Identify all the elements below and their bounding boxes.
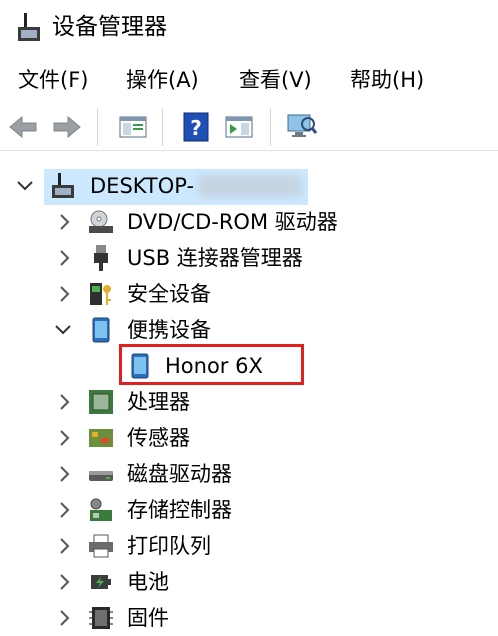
optical-drive-icon [89,210,113,233]
device-tree: DESKTOP- DVD/CD-ROM 驱动器 USB 连接器管理器 安全设备 … [0,151,498,631]
tree-item-label: 磁盘驱动器 [127,462,232,486]
portable-device-icon [92,317,110,343]
printer-icon [89,534,113,558]
tree-item-sensors[interactable]: 传感器 [0,420,498,456]
firmware-chip-icon [89,607,113,629]
show-hide-console-tree-button[interactable] [116,110,150,144]
menu-view[interactable]: 查看(V) [239,66,312,94]
tree-item-label: 存储控制器 [127,498,232,522]
chevron-right-icon[interactable] [56,249,74,267]
chevron-right-icon[interactable] [56,429,74,447]
chevron-right-icon[interactable] [56,501,74,519]
scan-hardware-button[interactable] [285,110,319,144]
tree-item-usb[interactable]: USB 连接器管理器 [0,240,498,276]
chevron-down-icon[interactable] [16,177,34,195]
computer-icon [52,173,74,198]
tree-item-label: 打印队列 [127,534,211,558]
redacted-name [198,175,302,197]
tree-item-label: USB 连接器管理器 [127,246,303,270]
tree-item-label: 固件 [127,606,169,630]
tree-item-label: 处理器 [127,390,190,414]
window-title: 设备管理器 [52,14,167,40]
chevron-right-icon[interactable] [56,573,74,591]
tree-item-label: 传感器 [127,426,190,450]
chevron-right-icon[interactable] [56,609,74,627]
disk-drive-icon [89,471,113,481]
back-arrow-icon [9,115,37,139]
menu-file[interactable]: 文件(F) [18,66,88,94]
processor-icon [89,390,113,414]
toolbar: ? [0,102,498,151]
console-tree-icon [119,116,147,138]
monitor-scan-icon [287,114,318,137]
battery-icon [91,575,111,589]
chevron-right-icon[interactable] [56,393,74,411]
tree-item-disk-drives[interactable]: 磁盘驱动器 [0,456,498,492]
back-button[interactable] [6,110,40,144]
svg-text:?: ? [190,116,202,140]
annotation-highlight-box [119,344,304,385]
menu-help[interactable]: 帮助(H) [350,66,424,94]
tree-item-label: 便携设备 [127,318,211,342]
chevron-right-icon[interactable] [56,537,74,555]
tree-item-security[interactable]: 安全设备 [0,276,498,312]
tree-item-label: 电池 [127,570,169,594]
tree-item-processors[interactable]: 处理器 [0,384,498,420]
menu-action[interactable]: 操作(A) [126,66,199,94]
chevron-right-icon[interactable] [56,213,74,231]
tree-item-portable[interactable]: 便携设备 [0,312,498,348]
security-key-icon [90,283,111,305]
tree-item-label: 安全设备 [127,282,211,306]
title-bar: 设备管理器 [0,0,498,56]
sensor-icon [89,429,113,447]
usb-connector-icon [94,245,108,271]
forward-button[interactable] [50,110,84,144]
tree-item-print-queues[interactable]: 打印队列 [0,528,498,564]
chevron-right-icon[interactable] [56,285,74,303]
tree-item-storage-controllers[interactable]: 存储控制器 [0,492,498,528]
computer-icon [18,13,40,41]
chevron-right-icon[interactable] [56,465,74,483]
forward-arrow-icon [53,115,81,139]
help-button[interactable]: ? [179,110,213,144]
action-pane-button[interactable] [222,110,256,144]
action-pane-icon [225,116,253,138]
tree-item-dvd[interactable]: DVD/CD-ROM 驱动器 [0,204,498,240]
tree-item-label: DVD/CD-ROM 驱动器 [127,210,338,234]
storage-controller-icon [90,498,112,521]
tree-root-label: DESKTOP- [90,174,195,198]
help-icon: ? [183,112,209,142]
menu-bar: 文件(F) 操作(A) 查看(V) 帮助(H) [0,56,498,102]
chevron-down-icon[interactable] [54,321,72,339]
tree-item-batteries[interactable]: 电池 [0,564,498,600]
